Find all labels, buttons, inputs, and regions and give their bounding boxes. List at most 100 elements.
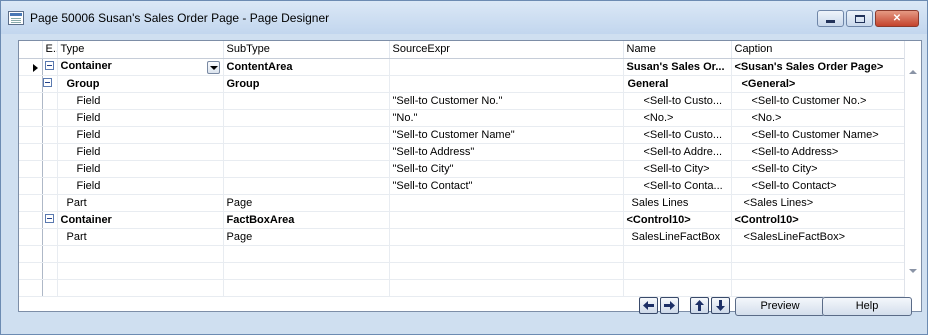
name-cell[interactable]: <Sell-to City> — [623, 160, 732, 178]
subtype-cell[interactable]: Page — [223, 194, 390, 212]
caption-cell[interactable]: <SalesLineFactBox> — [731, 228, 905, 246]
type-cell[interactable]: Part — [57, 194, 224, 212]
row-selector[interactable] — [19, 143, 43, 161]
row-selector[interactable] — [19, 58, 43, 76]
empty-table-row[interactable] — [19, 245, 905, 263]
empty-cell[interactable] — [57, 262, 224, 280]
close-button[interactable]: ✕ — [875, 10, 919, 27]
sourceexpr-cell[interactable]: "Sell-to Address" — [389, 143, 624, 161]
table-row[interactable]: Part Page SalesLineFactBox <SalesLineFactBo… — [19, 228, 905, 246]
sourceexpr-cell[interactable]: "Sell-to Customer No." — [389, 92, 624, 110]
enabled-cell[interactable] — [42, 92, 58, 110]
vertical-scrollbar[interactable] — [904, 41, 921, 311]
enabled-cell[interactable] — [42, 211, 58, 229]
maximize-button[interactable] — [846, 10, 873, 27]
subtype-cell[interactable]: Group — [223, 75, 390, 93]
type-cell[interactable]: Field — [57, 177, 224, 195]
table-row[interactable]: Container ContentArea Susan's Sales Or... <… — [19, 58, 905, 76]
type-cell[interactable]: Field — [57, 126, 224, 144]
subtype-cell[interactable] — [223, 92, 390, 110]
title-bar[interactable]: Page 50006 Susan's Sales Order Page - Pa… — [1, 1, 927, 34]
type-cell[interactable]: Field — [57, 143, 224, 161]
empty-table-row[interactable] — [19, 262, 905, 280]
move-left-button[interactable] — [639, 297, 658, 314]
collapse-toggle-icon[interactable] — [44, 214, 54, 224]
move-up-button[interactable] — [690, 297, 709, 314]
caption-cell[interactable]: <Sell-to Address> — [731, 143, 905, 161]
caption-cell[interactable]: <No.> — [731, 109, 905, 127]
subtype-cell[interactable] — [223, 177, 390, 195]
move-down-button[interactable] — [711, 297, 730, 314]
empty-cell[interactable] — [623, 262, 732, 280]
type-cell[interactable]: Container — [57, 211, 224, 229]
scroll-down-icon[interactable] — [909, 269, 917, 273]
empty-cell[interactable] — [389, 245, 624, 263]
sourceexpr-cell[interactable]: "Sell-to Customer Name" — [389, 126, 624, 144]
row-selector[interactable] — [19, 245, 43, 263]
subtype-cell[interactable] — [223, 160, 390, 178]
empty-cell[interactable] — [223, 245, 390, 263]
enabled-cell[interactable] — [42, 160, 58, 178]
caption-cell[interactable]: <General> — [731, 75, 905, 93]
type-cell[interactable]: Field — [57, 160, 224, 178]
row-selector[interactable] — [19, 279, 43, 297]
table-row[interactable]: Group Group General <General> — [19, 75, 905, 93]
move-right-button[interactable] — [660, 297, 679, 314]
empty-cell[interactable] — [389, 279, 624, 297]
table-row[interactable]: Field "Sell-to Contact" <Sell-to Conta... <… — [19, 177, 905, 195]
preview-button[interactable]: Preview — [735, 297, 825, 316]
empty-cell[interactable] — [623, 245, 732, 263]
collapse-toggle-icon[interactable] — [44, 61, 54, 71]
empty-cell[interactable] — [731, 279, 905, 297]
caption-cell[interactable]: <Susan's Sales Order Page> — [731, 58, 905, 76]
column-header-caption[interactable]: Caption — [731, 41, 905, 59]
subtype-cell[interactable] — [223, 109, 390, 127]
type-cell[interactable]: Field — [57, 109, 224, 127]
table-row[interactable]: Field "Sell-to City" <Sell-to City> <Sell-t… — [19, 160, 905, 178]
empty-cell[interactable] — [223, 279, 390, 297]
sourceexpr-cell[interactable] — [389, 75, 624, 93]
subtype-cell[interactable] — [223, 126, 390, 144]
caption-cell[interactable]: <Sell-to Customer Name> — [731, 126, 905, 144]
empty-cell[interactable] — [57, 279, 224, 297]
caption-cell[interactable]: <Sell-to Contact> — [731, 177, 905, 195]
sourceexpr-cell[interactable] — [389, 211, 624, 229]
sourceexpr-cell[interactable] — [389, 58, 624, 76]
subtype-cell[interactable] — [223, 143, 390, 161]
name-cell[interactable]: <Sell-to Conta... — [623, 177, 732, 195]
column-header-type[interactable]: Type — [57, 41, 224, 59]
name-cell[interactable]: <Sell-to Addre... — [623, 143, 732, 161]
empty-table-row[interactable] — [19, 279, 905, 297]
name-cell[interactable]: <No.> — [623, 109, 732, 127]
empty-cell[interactable] — [42, 262, 58, 280]
name-cell[interactable]: <Sell-to Custo... — [623, 126, 732, 144]
enabled-cell[interactable] — [42, 75, 58, 93]
table-row[interactable]: Field "Sell-to Address" <Sell-to Addre... <… — [19, 143, 905, 161]
subtype-cell[interactable]: Page — [223, 228, 390, 246]
row-selector[interactable] — [19, 194, 43, 212]
name-cell[interactable]: <Control10> — [623, 211, 732, 229]
enabled-cell[interactable] — [42, 194, 58, 212]
sourceexpr-cell[interactable]: "No." — [389, 109, 624, 127]
sourceexpr-cell[interactable] — [389, 194, 624, 212]
column-header-name[interactable]: Name — [623, 41, 732, 59]
enabled-cell[interactable] — [42, 58, 58, 76]
enabled-cell[interactable] — [42, 109, 58, 127]
name-cell[interactable]: General — [623, 75, 732, 93]
empty-cell[interactable] — [42, 245, 58, 263]
row-selector[interactable] — [19, 228, 43, 246]
column-header-enabled[interactable]: E.. — [42, 41, 58, 59]
row-selector[interactable] — [19, 211, 43, 229]
enabled-cell[interactable] — [42, 126, 58, 144]
type-cell[interactable]: Container — [57, 58, 224, 76]
empty-cell[interactable] — [223, 262, 390, 280]
table-row[interactable]: Field "No." <No.> <No.> — [19, 109, 905, 127]
row-selector[interactable] — [19, 177, 43, 195]
subtype-cell[interactable]: FactBoxArea — [223, 211, 390, 229]
empty-cell[interactable] — [42, 279, 58, 297]
row-selector[interactable] — [19, 160, 43, 178]
subtype-cell[interactable]: ContentArea — [223, 58, 390, 76]
caption-cell[interactable]: <Sales Lines> — [731, 194, 905, 212]
row-selector[interactable] — [19, 92, 43, 110]
type-cell[interactable]: Field — [57, 92, 224, 110]
